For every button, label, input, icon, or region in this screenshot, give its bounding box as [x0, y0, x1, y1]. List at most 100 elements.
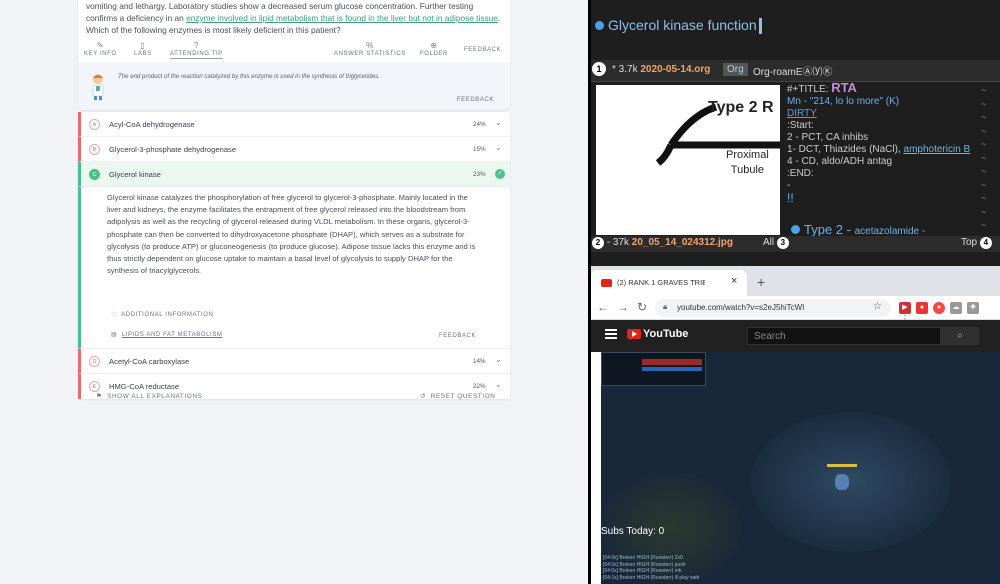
org-heading[interactable]: Glycerol kinase function: [595, 17, 762, 35]
game-hud: [601, 352, 706, 386]
answer-list: A Acyl-CoA dehydrogenase 24% ⌄ B Glycero…: [78, 112, 510, 399]
back-arrow-icon[interactable]: ←: [597, 300, 609, 314]
image-text-proximal: Proximal Tubule: [726, 149, 769, 176]
answer-choice-d[interactable]: D Acetyl-CoA carboxylase 14% ⌄: [78, 349, 510, 374]
youtube-header: YouTube Search ⌕: [591, 320, 1000, 352]
additional-information-button[interactable]: ♡ ADDITIONAL INFORMATION: [111, 311, 213, 318]
youtube-favicon-icon: [601, 279, 612, 287]
new-tab-button[interactable]: +: [757, 274, 765, 290]
answer-choice-b[interactable]: B Glycerol-3-phosphate dehydrogenase 15%…: [78, 137, 510, 162]
diagram-image: Type 2 R Proximal Tubule: [596, 85, 780, 235]
question-app: vomiting and lethargy. Laboratory studie…: [0, 0, 588, 584]
browser-tab[interactable]: (2) RANK 1 GRAVES TRIES U ×: [591, 270, 747, 296]
check-icon: ✓: [495, 169, 505, 179]
article-icon: ▤: [111, 332, 118, 338]
forward-arrow-icon[interactable]: →: [617, 300, 629, 314]
url-text: youtube.com/watch?v=s2eJ5hiTcWI: [677, 303, 805, 312]
answer-text: HMG-CoA reductase: [109, 382, 180, 391]
reset-question-button[interactable]: ↺ RESET QUESTION: [420, 392, 495, 400]
fringe-tildes: ~ ~ ~ ~ ~ ~ ~ ~ ~ ~ ~: [981, 85, 987, 230]
game-chat: [04:0x] Broken HIGH (Runeterr) 2x0 [04:0…: [603, 555, 700, 581]
extension-icon[interactable]: ●: [916, 302, 928, 314]
answer-letter: B: [89, 144, 100, 155]
youtube-logo[interactable]: YouTube: [627, 328, 688, 340]
lipids-article-link[interactable]: ▤ LIPIDS AND FAT METABOLISM: [111, 331, 223, 338]
org-mode-tag[interactable]: Org: [723, 63, 748, 76]
reset-icon: ↺: [420, 393, 426, 400]
video-player[interactable]: Subs Today: 0 [04:0x] Broken HIGH (Runet…: [601, 352, 1000, 584]
explanation-text: Glycerol kinase catalyzes the phosphoryl…: [107, 193, 476, 276]
emacs-window: Glycerol kinase function 1 * 3.7k 2020-05…: [591, 0, 1000, 266]
close-icon[interactable]: ×: [731, 275, 737, 287]
answer-choice-c[interactable]: C Glycerol kinase 23% ✓: [78, 162, 510, 187]
bullet-icon: [595, 21, 604, 30]
lock-icon: 🔒︎: [663, 302, 668, 311]
chevron-down-icon[interactable]: ⌄: [495, 380, 502, 389]
answer-percent: 15%: [473, 146, 486, 153]
answer-letter: C: [89, 169, 100, 180]
doctor-avatar-icon: [92, 74, 104, 100]
youtube-search-input[interactable]: Search: [747, 327, 941, 345]
answer-letter: E: [89, 381, 100, 392]
plus-circle-icon: ⊕: [430, 41, 438, 50]
key-info-button[interactable]: ✎ KEY INFO: [84, 41, 117, 57]
labs-button[interactable]: ▯ LABS: [134, 41, 152, 57]
chevron-down-icon[interactable]: ⌄: [495, 143, 502, 152]
emacs-modeline: 2 - 37k 20_05_14_024312.jpg All 3 Top 4: [591, 236, 1000, 252]
explanation-feedback-button[interactable]: FEEDBACK: [439, 333, 476, 339]
type2-heading[interactable]: Type 2 - acetazolamide -: [791, 222, 925, 237]
lightbulb-icon: ♡: [111, 312, 117, 318]
answer-explanation: Glycerol kinase catalyzes the phosphoryl…: [78, 187, 510, 349]
extension-icon[interactable]: ▶: [899, 302, 911, 314]
extensions-puzzle-icon[interactable]: ✚: [967, 302, 979, 314]
question-highlight[interactable]: enzyme involved in lipid metabolism that…: [186, 13, 498, 23]
attending-tip-button[interactable]: ? ATTENDING TIP: [170, 41, 223, 59]
star-icon[interactable]: ☆: [873, 301, 882, 312]
reload-icon[interactable]: ↻: [637, 300, 647, 314]
image-text-type2: Type 2 R: [708, 99, 774, 116]
extension-icon[interactable]: ●: [933, 302, 945, 314]
bullet-icon: [791, 225, 800, 234]
browser-navbar: ← → ↻ 🔒︎ youtube.com/watch?v=s2eJ5hiTcWI…: [591, 296, 1000, 325]
emacs-buffer-tab[interactable]: 1 * 3.7k 2020-05-14.org: [592, 62, 710, 76]
answer-text: Acyl-CoA dehydrogenase: [109, 120, 195, 129]
answer-letter: D: [89, 356, 100, 367]
hint-feedback-button[interactable]: FEEDBACK: [457, 97, 494, 103]
attending-tip-text: The end product of the reaction catalyze…: [118, 73, 380, 80]
browser-window: (2) RANK 1 GRAVES TRIES U × + ← → ↻ 🔒︎ y…: [591, 266, 1000, 584]
text-cursor: [758, 18, 762, 35]
org-buffer-text[interactable]: #+TITLE: RTA Mn - "214, lo lo more" (K) …: [787, 81, 970, 204]
answer-statistics-button[interactable]: % ANSWER STATISTICS: [334, 41, 406, 57]
address-bar[interactable]: 🔒︎ youtube.com/watch?v=s2eJ5hiTcWI ☆: [655, 299, 891, 317]
question-feedback-button[interactable]: FEEDBACK: [464, 47, 501, 53]
answer-choice-a[interactable]: A Acyl-CoA dehydrogenase 24% ⌄: [78, 112, 510, 137]
answer-text: Glycerol-3-phosphate dehydrogenase: [109, 145, 237, 154]
flag-icon: ⚑: [96, 393, 103, 400]
question-toolbar: ✎ KEY INFO ▯ LABS ? ATTENDING TIP % ANSWER S…: [78, 41, 510, 61]
folder-button[interactable]: ⊕ FOLDER: [420, 41, 448, 57]
search-icon[interactable]: ⌕: [941, 327, 979, 345]
answer-percent: 24%: [473, 121, 486, 128]
chevron-down-icon[interactable]: ⌄: [495, 118, 502, 127]
hamburger-menu-icon[interactable]: [605, 329, 617, 339]
video-overlay-text: Subs Today: 0: [601, 526, 665, 537]
show-all-explanations-button[interactable]: ⚑ SHOW ALL EXPLANATIONS: [96, 392, 202, 400]
answer-percent: 22%: [473, 383, 486, 390]
question-card: vomiting and lethargy. Laboratory studie…: [78, 0, 510, 110]
answer-text: Acetyl-CoA carboxylase: [109, 357, 190, 366]
answer-percent: 14%: [473, 358, 486, 365]
pencil-icon: ✎: [96, 41, 104, 50]
answer-letter: A: [89, 119, 100, 130]
chevron-down-icon[interactable]: ⌄: [495, 355, 502, 364]
youtube-play-icon: [627, 329, 641, 340]
answer-percent: 23%: [473, 171, 486, 178]
browser-tabstrip: (2) RANK 1 GRAVES TRIES U × +: [591, 266, 1000, 296]
answer-text: Glycerol kinase: [109, 170, 161, 179]
clipboard-icon: ▯: [140, 41, 146, 50]
extension-icon[interactable]: ☁: [950, 302, 962, 314]
tab-title: (2) RANK 1 GRAVES TRIES U: [617, 278, 705, 287]
emacs-tabbar: 1 * 3.7k 2020-05-14.org Org Org-roamEⒶ⒴Ⓚ: [591, 60, 1000, 82]
question-icon: ?: [193, 41, 199, 50]
attending-tip-panel: The end product of the reaction catalyze…: [78, 62, 510, 110]
org-roam-tag[interactable]: Org-roamEⒶ⒴Ⓚ: [753, 63, 832, 78]
